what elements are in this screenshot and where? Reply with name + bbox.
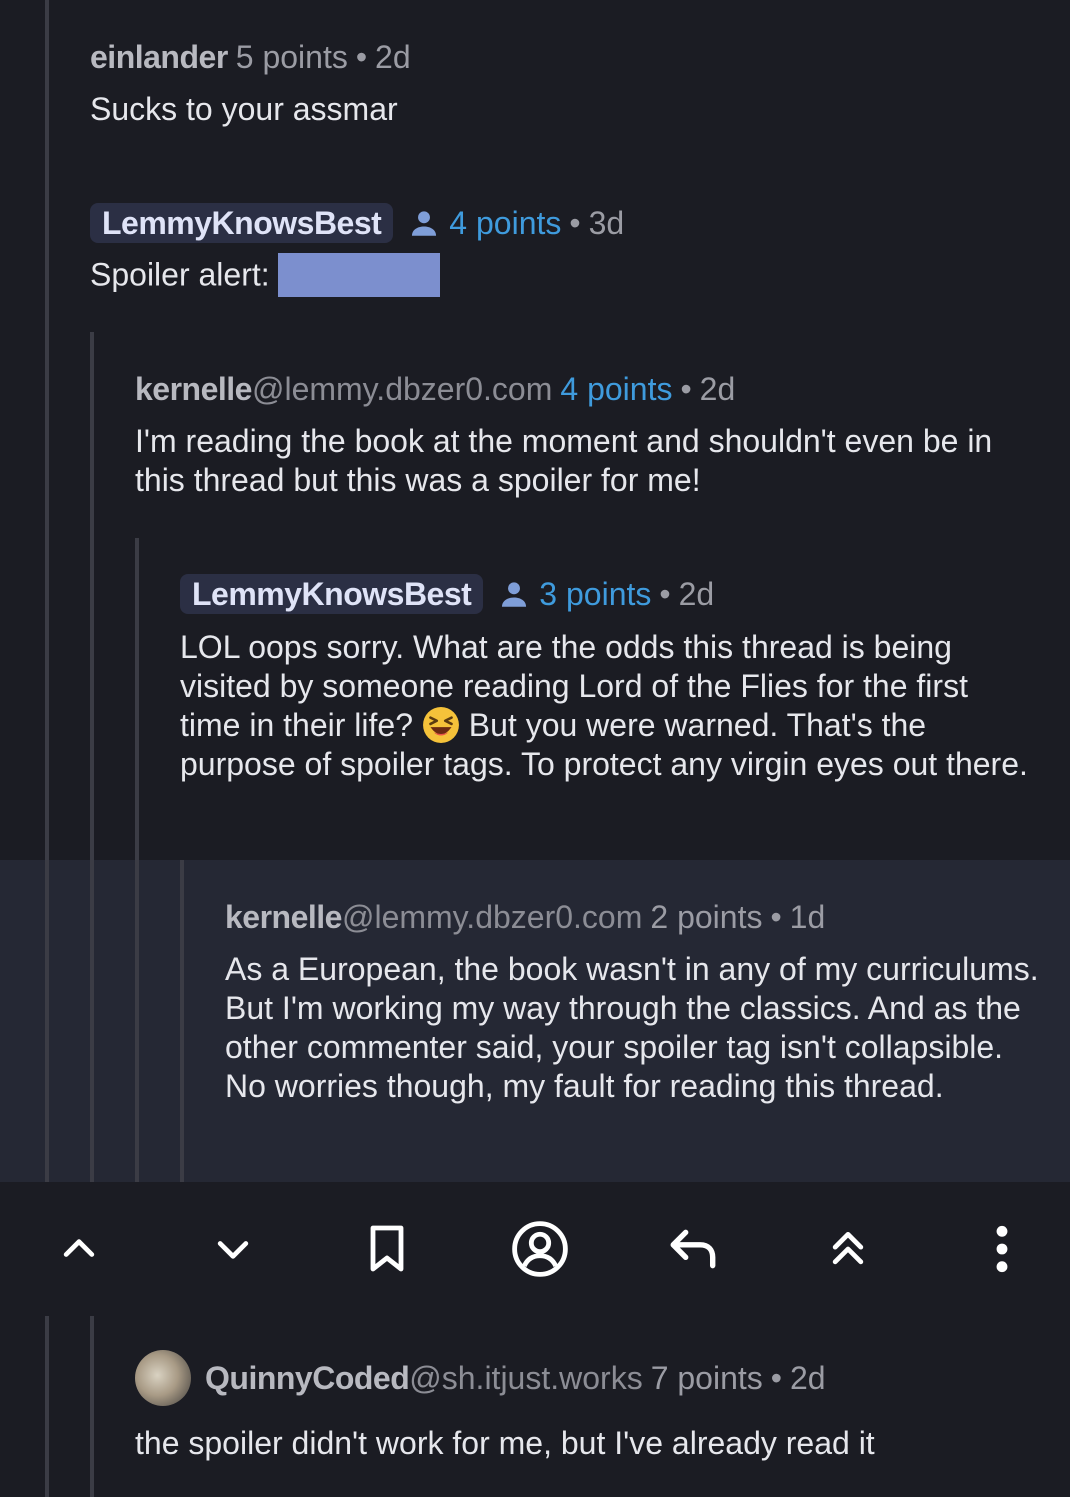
thread-line-depth-3[interactable] <box>135 538 139 1182</box>
comment-body: the spoiler didn't work for me, but I've… <box>135 1425 875 1461</box>
comment-body: LOL oops sorry. What are the odds this t… <box>180 628 1030 784</box>
comment-author[interactable]: QuinnyCoded <box>205 1359 410 1397</box>
comment-body: Spoiler alert: <box>90 253 1050 299</box>
comment-action-bar <box>0 1182 1070 1316</box>
comment[interactable]: QuinnyCoded @sh.itjust.works 7 points • 2… <box>135 1350 1035 1463</box>
comment-age: 2d <box>678 576 715 612</box>
comment-points: 5 points <box>235 39 348 75</box>
comment[interactable]: LemmyKnowsBest 4 points • 3d Spoiler ale… <box>90 203 1050 299</box>
bookmark-button[interactable] <box>357 1219 417 1279</box>
avatar[interactable] <box>135 1350 191 1406</box>
meta-separator: • <box>355 39 368 75</box>
op-author-badge[interactable]: LemmyKnowsBest <box>180 574 484 614</box>
comment-meta: LemmyKnowsBest 4 points • 3d <box>90 203 1050 243</box>
comment-thread: einlander 5 points • 2d Sucks to your as… <box>0 0 1070 1497</box>
comment-age: 3d <box>588 205 625 241</box>
meta-separator: • <box>770 899 782 935</box>
comment-age: 2d <box>375 39 411 75</box>
comment[interactable]: kernelle @lemmy.dbzer0.com 4 points • 2d … <box>135 370 1035 500</box>
upvote-button[interactable] <box>49 1219 109 1279</box>
comment-points: 4 points <box>449 205 562 241</box>
reply-icon <box>670 1229 716 1269</box>
comment[interactable]: LemmyKnowsBest 3 points • 2d LOL oops so… <box>180 574 1030 784</box>
comment-author[interactable]: einlander <box>90 38 228 76</box>
more-options-button[interactable] <box>972 1219 1032 1279</box>
comment-author[interactable]: kernelle <box>135 370 252 408</box>
original-poster-icon <box>502 582 527 607</box>
comment-meta: LemmyKnowsBest 3 points • 2d <box>180 574 1030 614</box>
user-profile-icon <box>512 1221 568 1277</box>
comment-body-text: Spoiler alert: <box>90 256 270 293</box>
spoiler-block[interactable] <box>277 253 440 297</box>
comment-body: Sucks to your assmar <box>90 91 398 127</box>
comment-meta: QuinnyCoded @sh.itjust.works 7 points • 2… <box>135 1350 1035 1406</box>
bookmark-icon <box>370 1225 404 1272</box>
comment-points: 7 points <box>650 1360 763 1396</box>
comment-meta: einlander 5 points • 2d <box>90 38 1050 76</box>
comment-age: 2d <box>789 1360 826 1396</box>
laughing-emoji-icon <box>422 707 459 743</box>
collapse-thread-icon <box>832 1231 864 1265</box>
upvote-icon <box>63 1239 95 1257</box>
reply-button[interactable] <box>664 1219 724 1279</box>
comment[interactable]: einlander 5 points • 2d Sucks to your as… <box>90 38 1050 129</box>
comment-points: 2 points <box>650 899 763 935</box>
meta-separator: • <box>770 1360 782 1396</box>
thread-line-depth-4[interactable] <box>180 860 184 1182</box>
comment-author-instance: @sh.itjust.works <box>409 1360 643 1396</box>
comment-points: 3 points <box>539 576 652 612</box>
comment-body: As a European, the book wasn't in any of… <box>225 951 1039 1104</box>
comment-author-instance: @lemmy.dbzer0.com <box>341 899 643 935</box>
comment-author[interactable]: kernelle <box>225 898 342 936</box>
comment-author-instance: @lemmy.dbzer0.com <box>251 371 553 407</box>
comment-meta: kernelle @lemmy.dbzer0.com 2 points • 1d <box>225 898 1040 936</box>
comment-age: 1d <box>789 899 826 935</box>
view-profile-button[interactable] <box>510 1219 570 1279</box>
thread-line-depth-2[interactable] <box>90 1316 94 1497</box>
comment-meta: kernelle @lemmy.dbzer0.com 4 points • 2d <box>135 370 1035 408</box>
op-author-badge[interactable]: LemmyKnowsBest <box>90 203 394 243</box>
meta-separator: • <box>569 205 581 241</box>
comment-body: I'm reading the book at the moment and s… <box>135 423 993 498</box>
downvote-icon <box>217 1241 249 1259</box>
downvote-button[interactable] <box>203 1219 263 1279</box>
comment-points: 4 points <box>560 371 673 407</box>
comment[interactable]: kernelle @lemmy.dbzer0.com 2 points • 1d … <box>225 898 1040 1106</box>
thread-line-depth-2[interactable] <box>90 332 94 1182</box>
meta-separator: • <box>659 576 671 612</box>
thread-line-depth-1[interactable] <box>45 0 49 1182</box>
thread-line-depth-1[interactable] <box>45 1316 49 1497</box>
original-poster-icon <box>412 211 437 236</box>
more-options-icon <box>996 1225 1008 1273</box>
collapse-thread-button[interactable] <box>818 1219 878 1279</box>
meta-separator: • <box>680 371 692 407</box>
comment-age: 2d <box>699 371 736 407</box>
